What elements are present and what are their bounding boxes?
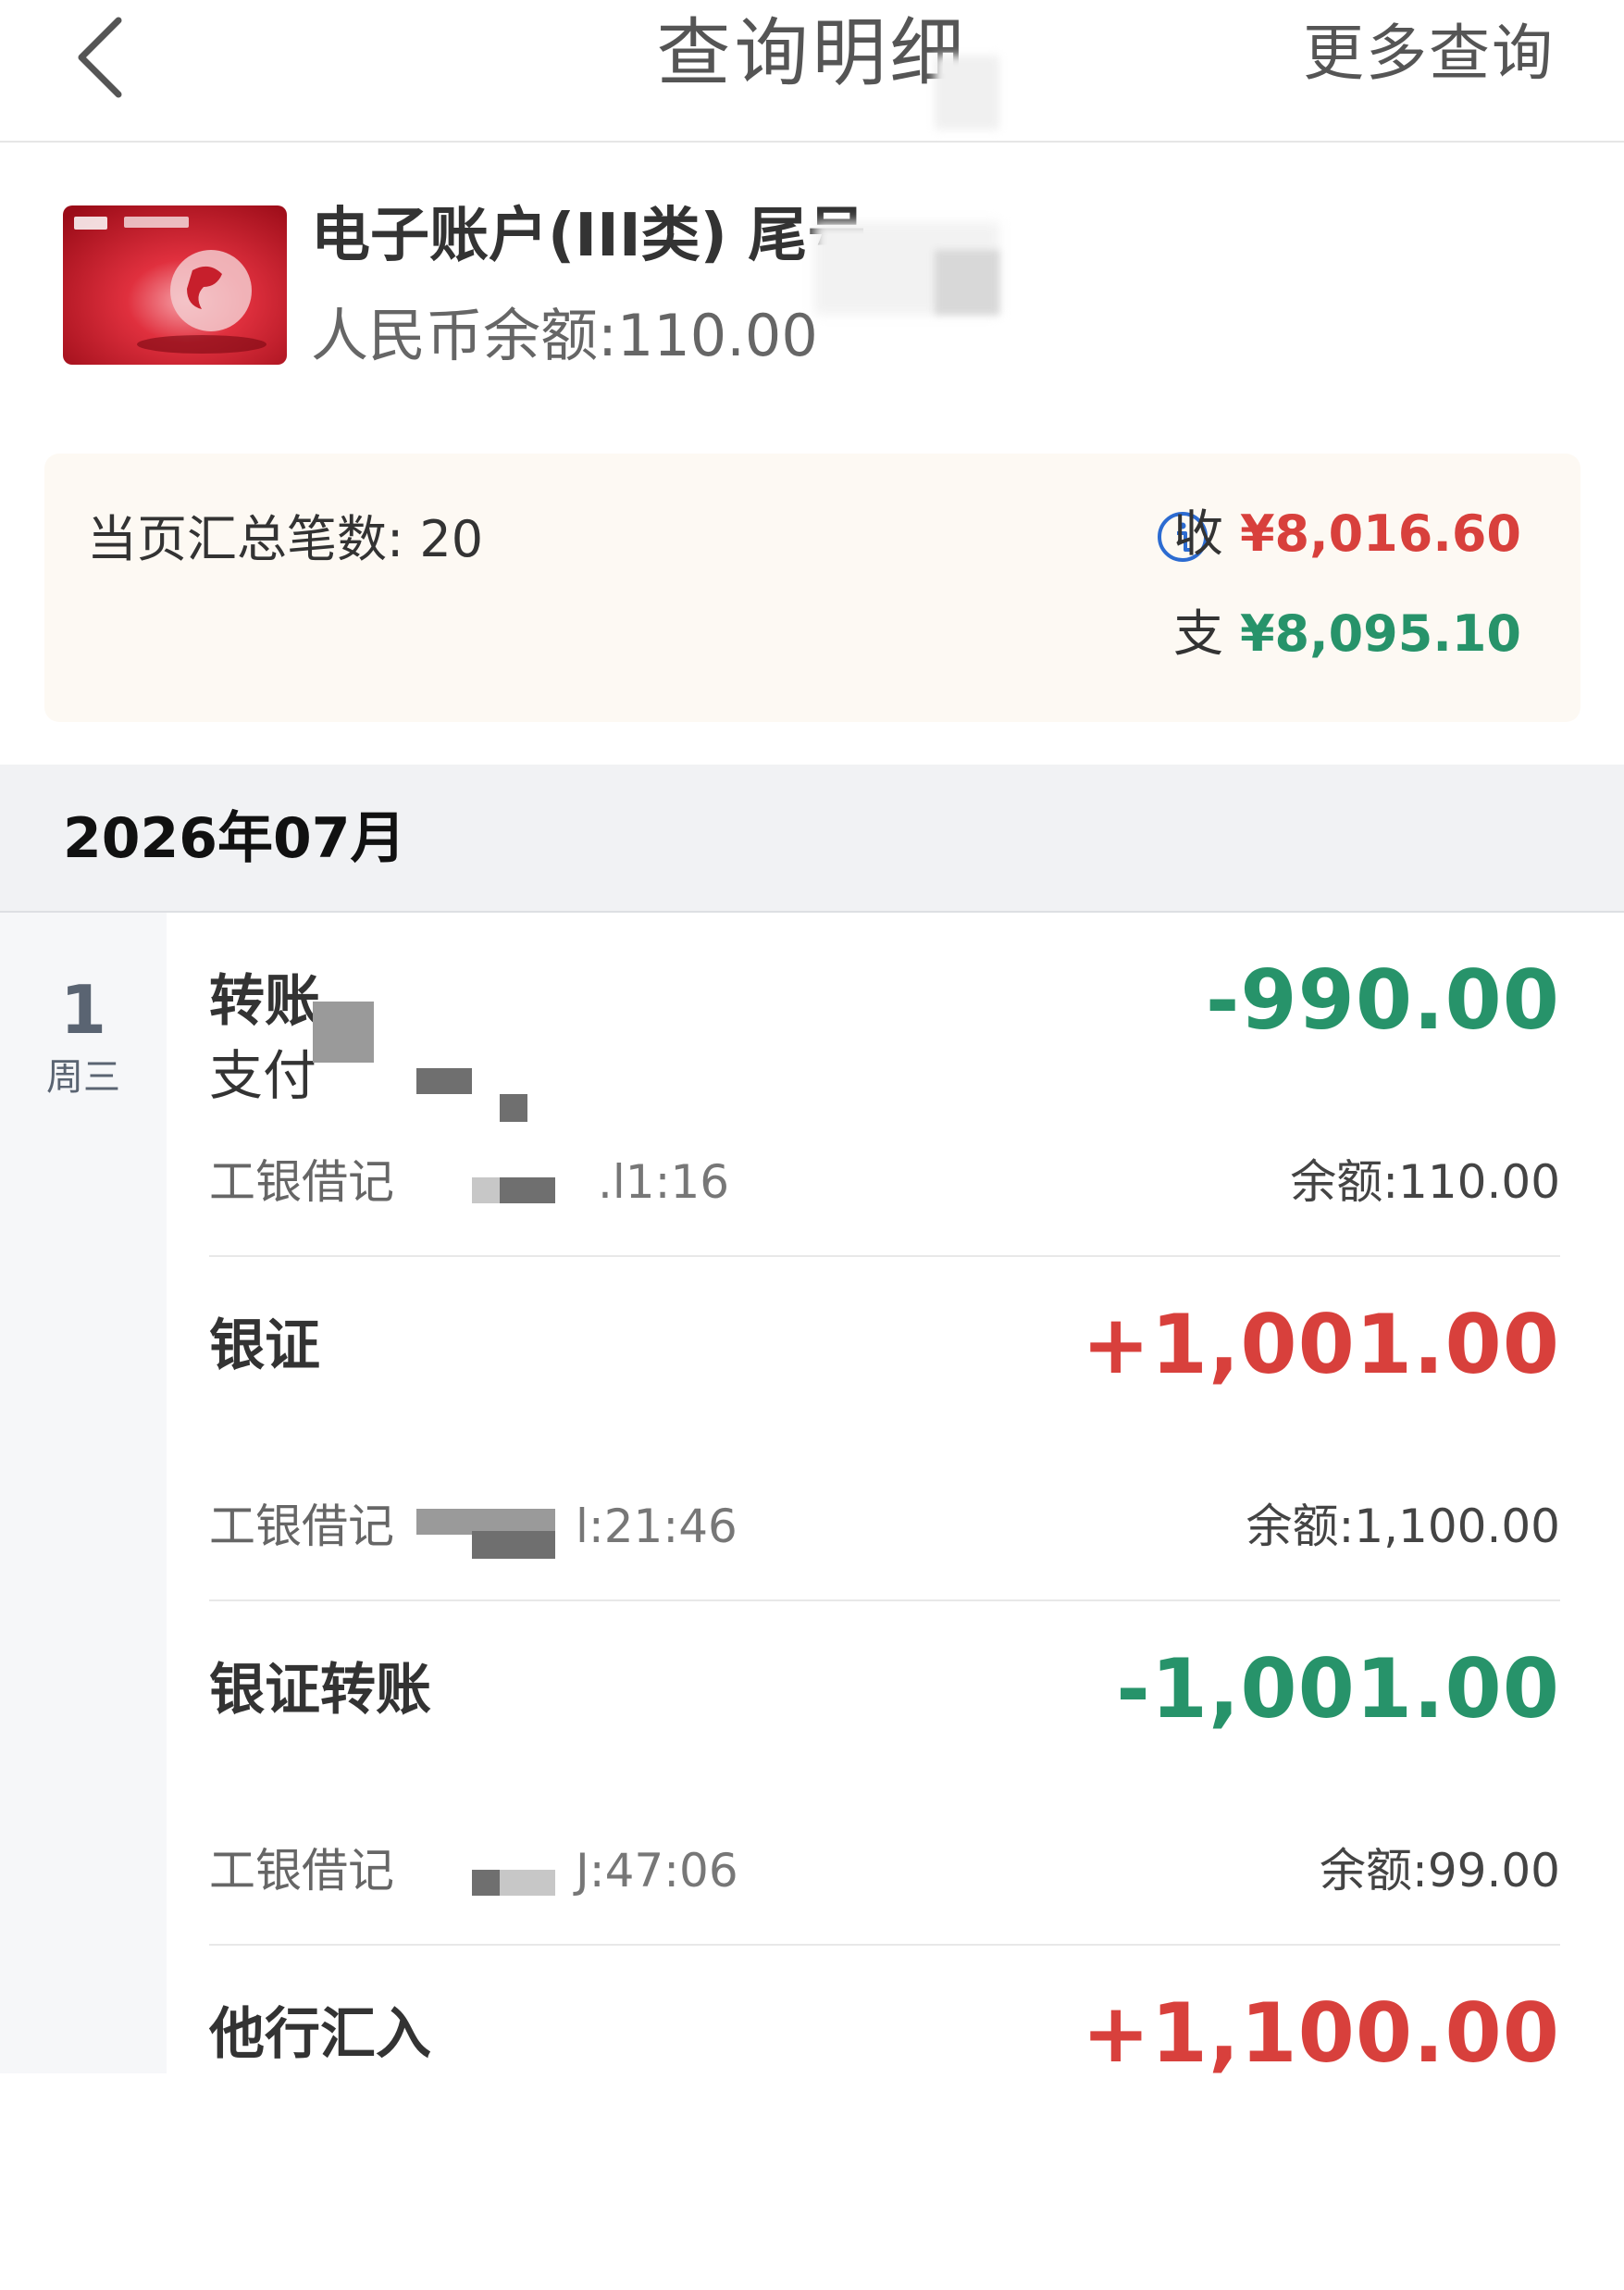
transaction-time: .l1:16 — [598, 1155, 730, 1209]
month-label: 2026年07月 — [63, 806, 406, 871]
transaction-type: 转账 — [209, 969, 320, 1034]
month-header: 2026年07月 — [0, 765, 1624, 913]
transaction-item[interactable]: 转账 支付 -990.00 工银借记 .l1:16 余额:110.00 — [209, 913, 1560, 1257]
summary-income: 收 ¥8,016.60 — [1173, 502, 1521, 566]
card-type: 工银借记 — [209, 1500, 394, 1553]
card-type: 工银借记 — [209, 1844, 394, 1898]
income-label: 收 — [1172, 504, 1223, 563]
day-weekday: 周三 — [46, 1056, 120, 1099]
page-summary-panel: 当页汇总笔数: 20 收 ¥8,016.60 支 ¥8,095.10 — [44, 454, 1581, 722]
transaction-type: 银证转账 — [209, 1658, 431, 1723]
redaction-blur — [935, 56, 999, 130]
card-type: 工银借记 — [209, 1155, 394, 1209]
day-number: 1 — [59, 971, 107, 1049]
redaction-mosaic — [472, 1531, 555, 1559]
more-query-button[interactable]: 更多查询 — [1303, 7, 1555, 100]
bank-card-image — [63, 205, 287, 365]
top-navigation-bar: 查询明细 更多查询 — [0, 0, 1624, 143]
transaction-balance: 余额:1,100.00 — [1246, 1500, 1560, 1553]
account-balance: 人民币余额:110.00 — [311, 302, 818, 369]
expense-amount: ¥8,095.10 — [1239, 604, 1521, 663]
transaction-amount: +1,100.00 — [1082, 1985, 1560, 2081]
transaction-item[interactable]: 银证 +1,001.00 工银借记 l:21:46 余额:1,100.00 — [209, 1257, 1560, 1601]
redaction-mosaic — [416, 1068, 472, 1094]
redaction-blur — [935, 250, 999, 315]
summary-expense: 支 ¥8,095.10 — [1173, 602, 1521, 666]
redaction-mosaic — [500, 1870, 555, 1896]
income-amount: ¥8,016.60 — [1239, 504, 1521, 563]
transaction-time: J:47:06 — [576, 1844, 738, 1898]
account-name: 电子账户(III类) 尾号 — [311, 202, 867, 270]
redaction-mosaic — [313, 1002, 374, 1063]
transaction-type: 银证 — [209, 1313, 320, 1378]
transaction-balance: 余额:99.00 — [1320, 1844, 1560, 1898]
transaction-amount: -1,001.00 — [1116, 1641, 1560, 1736]
transaction-item[interactable]: 他行汇入 +1,100.00 — [209, 1946, 1560, 2290]
transaction-description: 支付 — [209, 1044, 317, 1107]
redaction-mosaic — [472, 1870, 500, 1896]
transaction-time: l:21:46 — [576, 1500, 738, 1553]
transaction-amount: -990.00 — [1205, 952, 1560, 1048]
redaction-mosaic — [500, 1094, 527, 1122]
redaction-mosaic — [500, 1177, 555, 1203]
summary-count: 当页汇总笔数: 20 — [87, 510, 484, 568]
transaction-type: 他行汇入 — [209, 2002, 431, 2067]
transaction-amount: +1,001.00 — [1082, 1297, 1560, 1392]
expense-label: 支 — [1172, 604, 1223, 663]
transaction-item[interactable]: 银证转账 -1,001.00 工银借记 J:47:06 余额:99.00 — [209, 1601, 1560, 1946]
date-column: 1 周三 — [0, 913, 167, 2073]
transaction-balance: 余额:110.00 — [1290, 1155, 1560, 1209]
redaction-mosaic — [472, 1177, 500, 1203]
